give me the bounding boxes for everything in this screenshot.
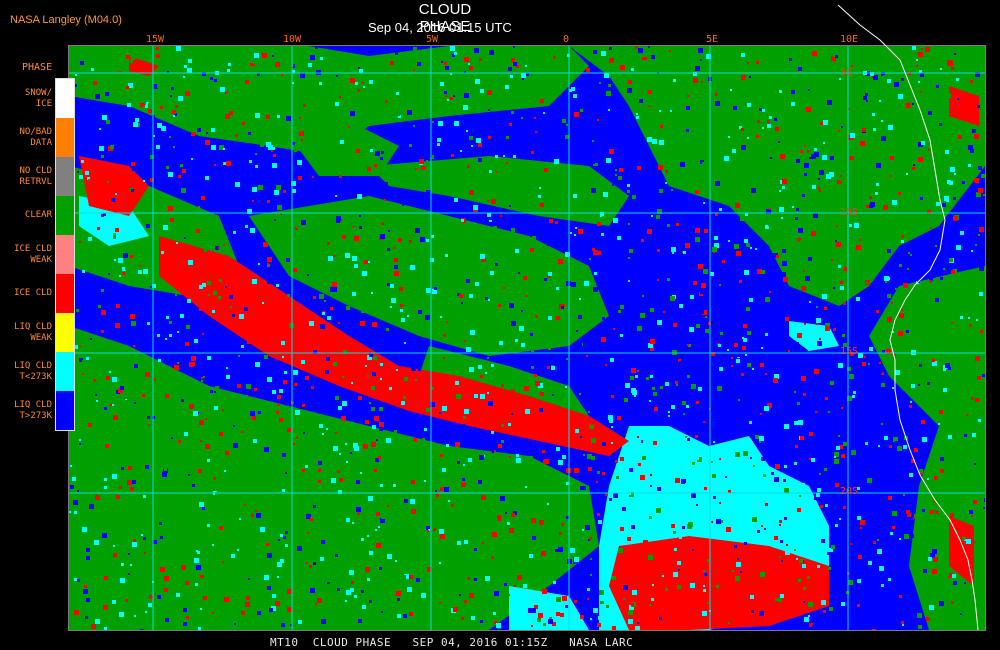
lon-label-15w: 15W <box>146 34 165 45</box>
legend-swatch <box>56 157 74 196</box>
map-date: Sep 04, 2016 01:15 UTC <box>368 20 512 35</box>
legend-item-label: LIQ CLD T>273K <box>14 399 52 421</box>
legend-swatch <box>56 196 74 235</box>
legend-item-label: ICE CLD <box>14 288 52 298</box>
lat-label-10s: 10S <box>840 207 859 218</box>
legend-item-label: ICE CLD WEAK <box>14 243 52 265</box>
legend-swatch <box>56 391 74 430</box>
footer-caption: MT10 CLOUD PHASE SEP 04, 2016 01:15Z NAS… <box>270 636 634 649</box>
legend-item-label: LIQ CLD WEAK <box>14 321 52 343</box>
legend-swatch <box>56 313 74 352</box>
legend-title: PHASE <box>22 62 53 73</box>
lon-label-5e: 5E <box>706 34 719 45</box>
legend-item-label: NO/BAD DATA <box>19 126 52 148</box>
lat-label-20s: 20S <box>840 486 859 497</box>
legend-swatch <box>56 352 74 391</box>
legend-swatch <box>56 118 74 157</box>
cloud-phase-map[interactable] <box>68 45 986 631</box>
legend-swatch <box>56 79 74 118</box>
legend-color-bar <box>55 78 75 431</box>
producer-label: NASA Langley (M04.0) <box>10 14 122 26</box>
lat-label-15s: 15S <box>840 346 859 357</box>
legend-item-label: LIQ CLD T<273K <box>14 360 52 382</box>
lon-label-10e: 10E <box>840 34 859 45</box>
lon-label-5w: 5W <box>426 34 439 45</box>
legend-swatch <box>56 235 74 274</box>
lon-label-10w: 10W <box>283 34 302 45</box>
legend-item-label: CLEAR <box>24 210 52 220</box>
legend-item-label: SNOW/ICE <box>24 87 52 109</box>
legend-swatch <box>56 274 74 313</box>
lat-label-5s: 5S <box>840 67 853 78</box>
legend-item-label: NO CLD RETRVL <box>19 165 52 187</box>
lon-label-0: 0 <box>563 34 570 45</box>
